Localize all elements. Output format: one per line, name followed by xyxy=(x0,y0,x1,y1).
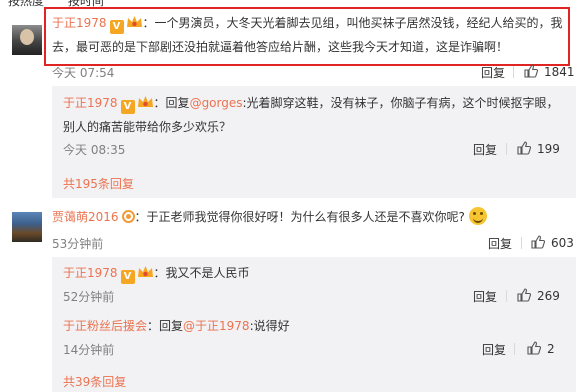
like-count: 2 xyxy=(547,342,555,356)
divider xyxy=(506,290,507,302)
like-count: 199 xyxy=(537,142,560,156)
crown-badge-icon xyxy=(126,16,142,27)
like-count: 269 xyxy=(537,289,560,303)
comment-time: 53分钟前 xyxy=(52,237,104,251)
comment-time: 今天 07:54 xyxy=(52,66,115,80)
avatar[interactable] xyxy=(12,25,42,55)
divider xyxy=(513,66,514,78)
reply-button[interactable]: 回复 xyxy=(481,64,505,81)
like-count: 1841 xyxy=(544,65,575,79)
comment-1-text: 于正1978 V ：一个男演员，大冬天光着脚去见组，叫他买袜子居然没钱，经纪人给买的… xyxy=(52,16,563,54)
comment-author[interactable]: 于正1978 xyxy=(52,16,107,30)
thumbs-up-icon xyxy=(517,141,531,155)
reply-author[interactable]: 于正1978 xyxy=(63,266,118,280)
like-button[interactable]: 2 xyxy=(527,341,555,356)
reply-button[interactable]: 回复 xyxy=(473,141,497,158)
divider xyxy=(521,237,522,249)
divider xyxy=(514,343,515,355)
reply-button[interactable]: 回复 xyxy=(488,235,512,252)
sort-by-hot[interactable]: 按热度 xyxy=(8,0,44,8)
reply-3-text: 于正粉丝后援会：回复@于正1978:说得好 xyxy=(63,319,290,333)
reply-time: 今天 08:35 xyxy=(63,143,126,157)
like-button[interactable]: 1841 xyxy=(524,64,575,79)
comment-author[interactable]: 贾蔼萌2016 xyxy=(52,210,119,224)
reply-button[interactable]: 回复 xyxy=(473,288,497,305)
reply-button[interactable]: 回复 xyxy=(482,341,506,358)
crown-badge-icon xyxy=(137,96,153,107)
comment-2-text: 贾蔼萌2016 ：于正老师我觉得你很好呀！为什么有很多人还是不喜欢你呢? xyxy=(52,205,572,229)
thumbs-up-icon xyxy=(531,235,545,249)
more-replies-link[interactable]: 共39条回复 xyxy=(63,373,126,390)
thumbs-up-icon xyxy=(527,341,541,355)
sort-bar: 按热度 按时间 xyxy=(8,0,124,8)
reply-time: 52分钟前 xyxy=(63,290,115,304)
smile-emoji-icon xyxy=(468,207,487,225)
avatar[interactable] xyxy=(12,212,42,242)
thumbs-up-icon xyxy=(517,288,531,302)
verified-v-icon: V xyxy=(109,20,124,34)
verified-v-icon: V xyxy=(120,270,135,284)
verified-v-icon: V xyxy=(120,100,135,114)
reply-time: 14分钟前 xyxy=(63,343,115,357)
like-count: 603 xyxy=(551,236,574,250)
thumbs-up-icon xyxy=(524,64,538,78)
reply-author[interactable]: 于正1978 xyxy=(63,96,118,110)
mention-link[interactable]: @gorges xyxy=(190,96,243,110)
reply-author[interactable]: 于正粉丝后援会 xyxy=(63,319,147,333)
more-replies-link[interactable]: 共195条回复 xyxy=(63,175,134,192)
mention-link[interactable]: @于正1978 xyxy=(183,319,250,333)
like-button[interactable]: 269 xyxy=(517,288,560,303)
reply-1-text: 于正1978 V ：回复@gorges:光着脚穿这鞋，没有袜子，你脑子有病，这个时候… xyxy=(63,96,559,134)
member-level-icon xyxy=(121,210,135,223)
crown-badge-icon xyxy=(137,266,153,277)
like-button[interactable]: 603 xyxy=(531,235,574,250)
like-button[interactable]: 199 xyxy=(517,141,560,156)
divider xyxy=(506,143,507,155)
reply-2-text: 于正1978 V ：我又不是人民币 xyxy=(63,266,250,284)
